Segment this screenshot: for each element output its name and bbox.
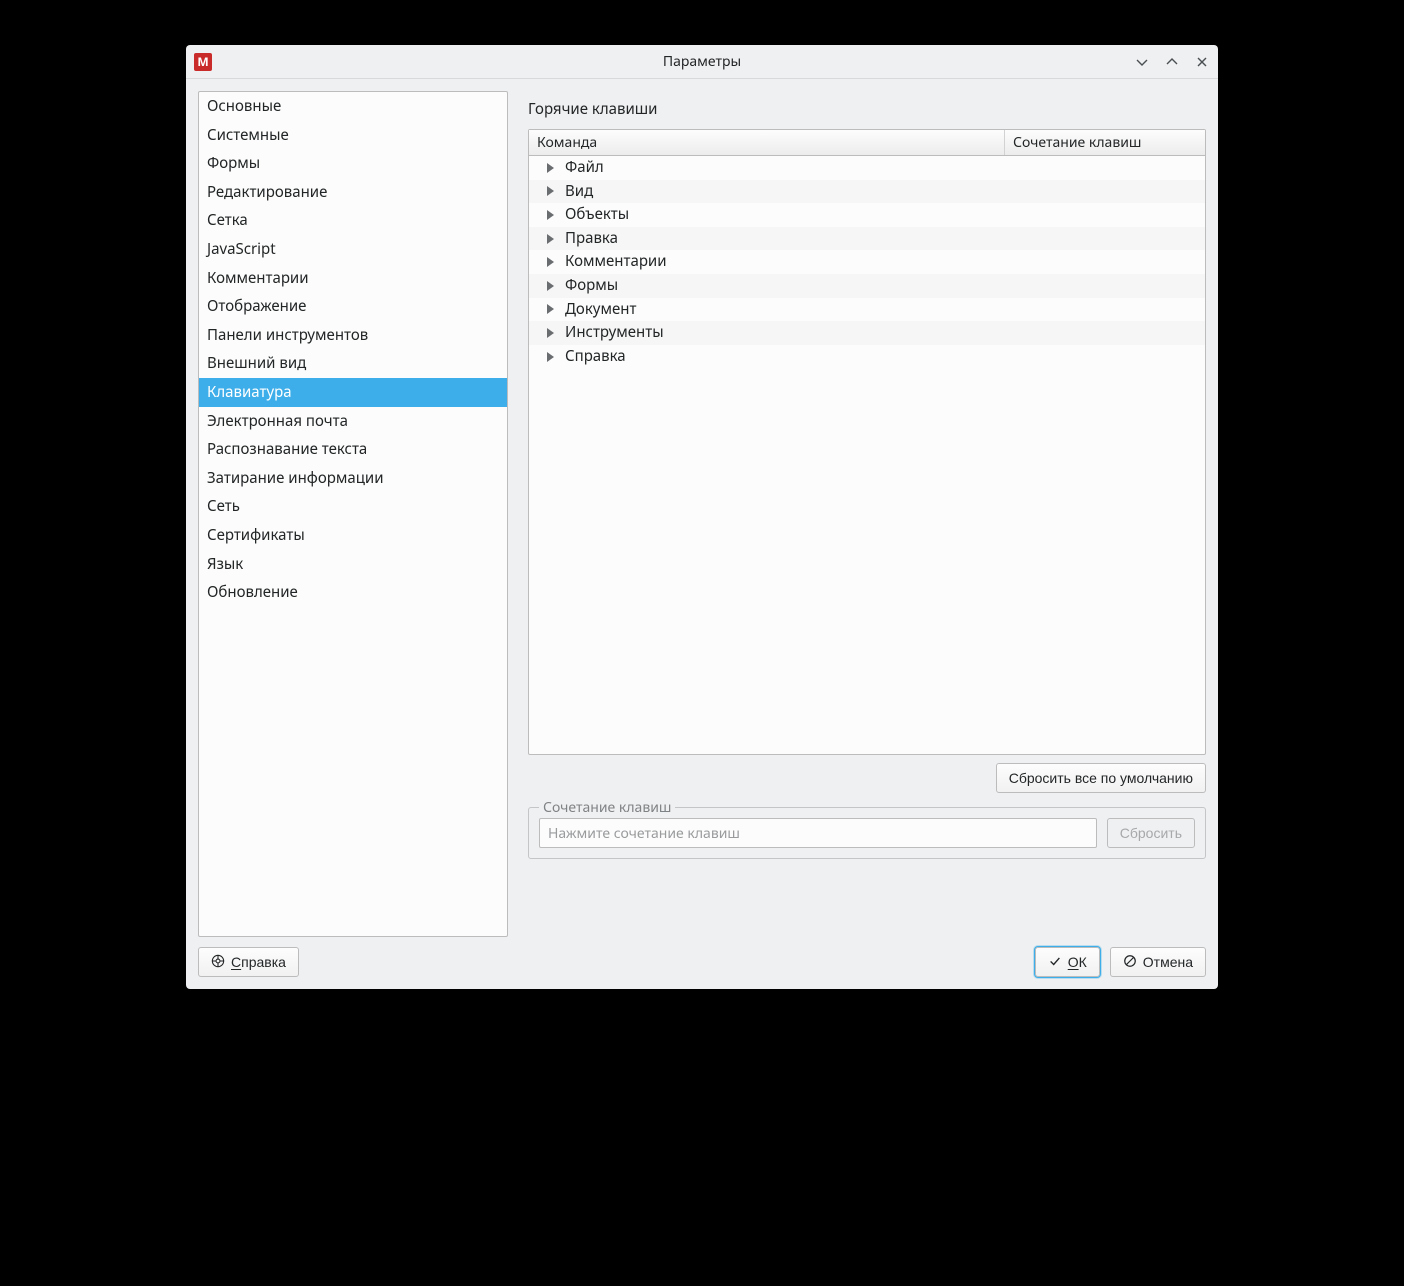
shortcut-tree[interactable]: Команда Сочетание клавиш ФайлВидОбъектыП…: [528, 129, 1206, 755]
reset-shortcut-button[interactable]: Сбросить: [1107, 818, 1195, 848]
sidebar-item[interactable]: Формы: [199, 149, 507, 178]
ok-button[interactable]: ОК: [1035, 947, 1100, 977]
maximize-button[interactable]: [1164, 54, 1180, 70]
help-button[interactable]: Справка: [198, 947, 299, 977]
chevron-right-icon: [547, 304, 557, 314]
sidebar-item[interactable]: Распознавание текста: [199, 435, 507, 464]
tree-category-label: Вид: [565, 181, 593, 203]
cancel-button-label: Отмена: [1143, 954, 1193, 970]
tree-category-row[interactable]: Объекты: [529, 203, 1205, 227]
col-shortcut[interactable]: Сочетание клавиш: [1005, 130, 1205, 155]
chevron-right-icon: [547, 234, 557, 244]
sidebar-item[interactable]: Панели инструментов: [199, 321, 507, 350]
tree-category-row[interactable]: Документ: [529, 298, 1205, 322]
group-label: Сочетание клавиш: [539, 798, 675, 817]
tree-category-row[interactable]: Вид: [529, 180, 1205, 204]
tree-category-label: Комментарии: [565, 251, 667, 273]
sidebar-item[interactable]: Язык: [199, 550, 507, 579]
tree-category-row[interactable]: Формы: [529, 274, 1205, 298]
chevron-right-icon: [547, 186, 557, 196]
shortcut-input[interactable]: Нажмите сочетание клавиш: [539, 818, 1097, 848]
sidebar-item[interactable]: Комментарии: [199, 264, 507, 293]
chevron-right-icon: [547, 328, 557, 338]
shortcut-input-placeholder: Нажмите сочетание клавиш: [548, 824, 740, 843]
help-button-label: Справка: [231, 954, 286, 970]
tree-header: Команда Сочетание клавиш: [529, 130, 1205, 156]
sidebar-item[interactable]: Сертификаты: [199, 521, 507, 550]
section-title: Горячие клавиши: [528, 99, 1206, 119]
tree-category-label: Правка: [565, 228, 618, 250]
sidebar-item[interactable]: Системные: [199, 121, 507, 150]
sidebar-item[interactable]: Сеть: [199, 492, 507, 521]
sidebar-item[interactable]: Клавиатура: [199, 378, 507, 407]
cancel-button[interactable]: Отмена: [1110, 947, 1206, 977]
chevron-right-icon: [547, 210, 557, 220]
sidebar-item[interactable]: Внешний вид: [199, 349, 507, 378]
window-title: Параметры: [186, 52, 1218, 71]
chevron-right-icon: [547, 257, 557, 267]
sidebar-item[interactable]: Затирание информации: [199, 464, 507, 493]
tree-category-row[interactable]: Правка: [529, 227, 1205, 251]
tree-category-label: Файл: [565, 157, 604, 179]
tree-category-label: Инструменты: [565, 322, 664, 344]
tree-category-label: Объекты: [565, 204, 629, 226]
chevron-right-icon: [547, 352, 557, 362]
titlebar: Параметры: [186, 45, 1218, 79]
preferences-window: Параметры ОсновныеСистемныеФормыРедактир…: [186, 45, 1218, 989]
content-area: ОсновныеСистемныеФормыРедактированиеСетк…: [186, 79, 1218, 943]
reset-all-button[interactable]: Сбросить все по умолчанию: [996, 763, 1206, 793]
sidebar-item[interactable]: Редактирование: [199, 178, 507, 207]
tree-category-row[interactable]: Комментарии: [529, 250, 1205, 274]
window-controls: [1134, 54, 1210, 70]
chevron-right-icon: [547, 281, 557, 291]
tree-category-label: Документ: [565, 299, 636, 321]
shortcut-group: Сочетание клавиш Нажмите сочетание клави…: [528, 807, 1206, 859]
sidebar-item[interactable]: Электронная почта: [199, 407, 507, 436]
cancel-icon: [1123, 954, 1137, 971]
chevron-right-icon: [547, 163, 557, 173]
tree-category-label: Справка: [565, 346, 626, 368]
main-panel: Горячие клавиши Команда Сочетание клавиш…: [528, 91, 1206, 937]
col-command[interactable]: Команда: [529, 130, 1005, 155]
sidebar-item[interactable]: JavaScript: [199, 235, 507, 264]
category-sidebar[interactable]: ОсновныеСистемныеФормыРедактированиеСетк…: [198, 91, 508, 937]
close-button[interactable]: [1194, 54, 1210, 70]
tree-body[interactable]: ФайлВидОбъектыПравкаКомментарииФормыДоку…: [529, 156, 1205, 754]
check-icon: [1048, 954, 1062, 971]
dialog-footer: Справка ОК Отмена: [186, 943, 1218, 989]
minimize-button[interactable]: [1134, 54, 1150, 70]
help-icon: [211, 954, 225, 971]
tree-category-row[interactable]: Справка: [529, 345, 1205, 369]
sidebar-item[interactable]: Обновление: [199, 578, 507, 607]
sidebar-item[interactable]: Отображение: [199, 292, 507, 321]
tree-category-row[interactable]: Файл: [529, 156, 1205, 180]
tree-category-label: Формы: [565, 275, 618, 297]
tree-category-row[interactable]: Инструменты: [529, 321, 1205, 345]
sidebar-item[interactable]: Сетка: [199, 206, 507, 235]
ok-button-label: ОК: [1068, 954, 1087, 970]
sidebar-item[interactable]: Основные: [199, 92, 507, 121]
